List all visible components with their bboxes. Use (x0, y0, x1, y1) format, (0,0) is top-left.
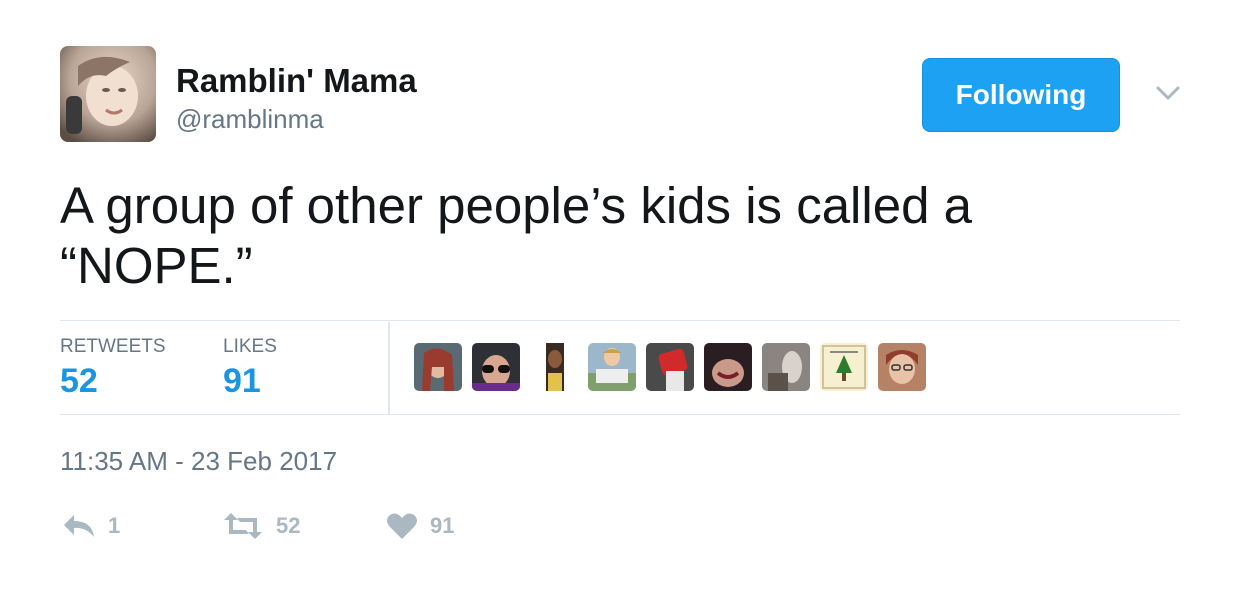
retweet-icon (222, 512, 264, 540)
tweet-text-line-1: A group of other people’s kids is called… (60, 177, 972, 234)
liker-avatar[interactable] (878, 343, 926, 391)
tweet-timestamp[interactable]: 11:35 AM - 23 Feb 2017 (60, 446, 337, 477)
following-button[interactable]: Following (922, 58, 1120, 132)
likes-label: LIKES (223, 336, 277, 357)
likes-count[interactable]: 91 (223, 362, 261, 401)
retweets-count[interactable]: 52 (60, 362, 98, 401)
liker-avatar[interactable] (472, 343, 520, 391)
liker-avatar[interactable] (414, 343, 462, 391)
retweets-label: RETWEETS (60, 336, 166, 357)
author-handle[interactable]: @ramblinma (176, 104, 324, 135)
tweet-text: A group of other people’s kids is called… (60, 176, 1160, 296)
divider (60, 320, 1180, 321)
liker-avatar[interactable] (530, 343, 578, 391)
liker-avatar[interactable] (588, 343, 636, 391)
author-avatar[interactable] (60, 46, 156, 142)
liker-avatar[interactable] (762, 343, 810, 391)
retweet-count: 52 (276, 513, 301, 538)
like-count: 91 (430, 513, 455, 538)
liker-avatar[interactable] (704, 343, 752, 391)
reply-button[interactable]: 1 (62, 510, 120, 542)
liker-avatar[interactable] (646, 343, 694, 391)
tweet-text-line-2: “NOPE.” (60, 237, 253, 294)
divider (388, 322, 390, 414)
reply-icon (62, 513, 96, 539)
divider (60, 414, 1180, 415)
like-button[interactable]: 91 (386, 510, 454, 542)
chevron-down-icon[interactable] (1150, 80, 1186, 108)
liker-avatar[interactable] (820, 343, 868, 391)
retweet-button[interactable]: 52 (222, 510, 300, 542)
reply-count: 1 (108, 513, 121, 538)
heart-icon (386, 512, 418, 540)
author-display-name[interactable]: Ramblin' Mama (176, 62, 417, 100)
